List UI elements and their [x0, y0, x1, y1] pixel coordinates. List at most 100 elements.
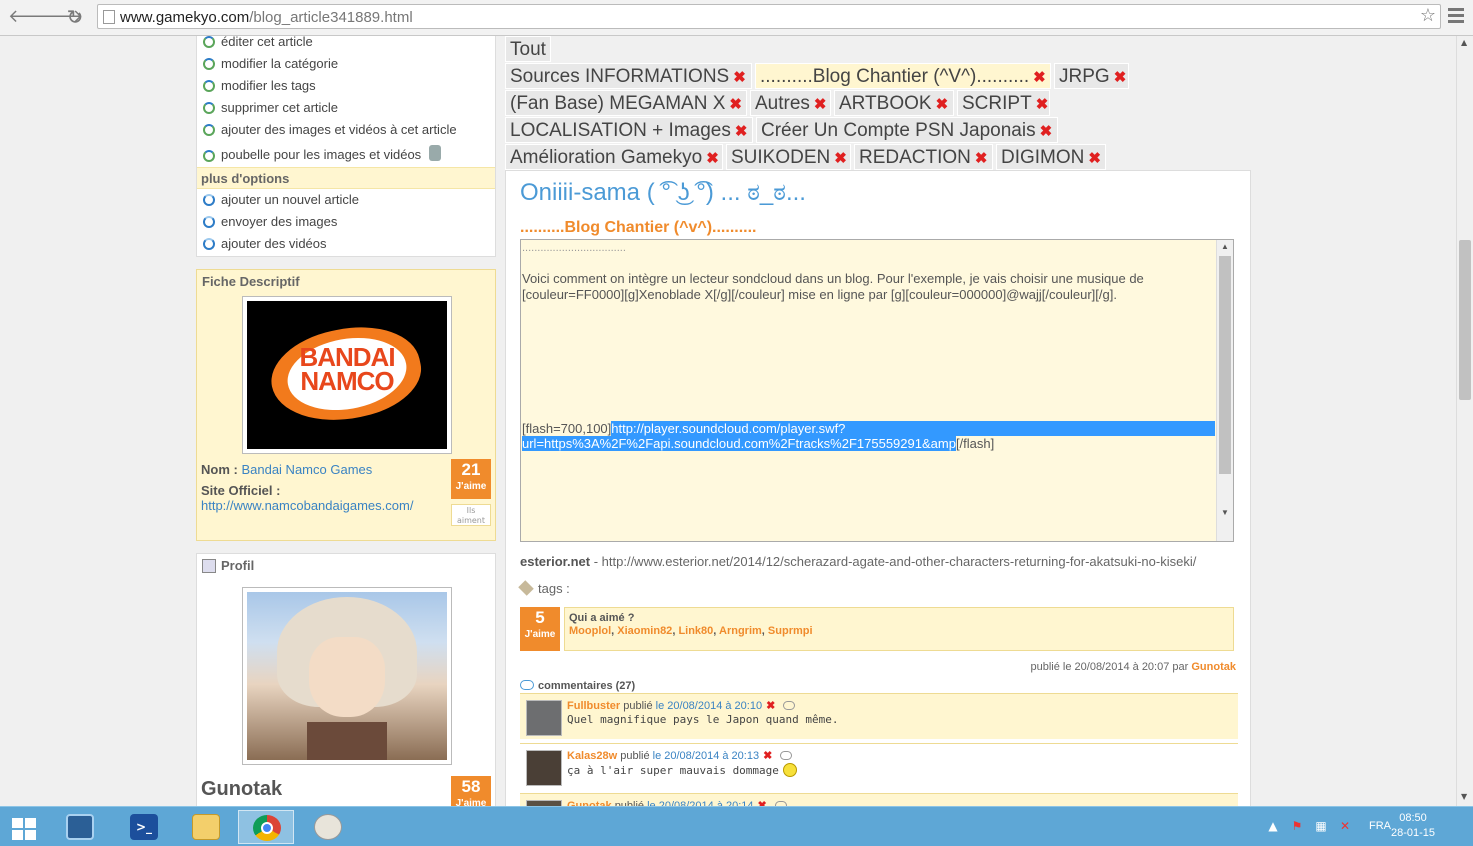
article-category[interactable]: ..........Blog Chantier (^v^)..........	[520, 219, 756, 237]
tab-close-icon[interactable]: ✖	[834, 150, 847, 167]
article-editor-textarea[interactable]: .................................. Voici…	[520, 239, 1234, 542]
tab-close-icon[interactable]: ✖	[1114, 69, 1127, 86]
tab-close-icon[interactable]: ✖	[733, 69, 746, 86]
editor-scroll-thumb[interactable]	[1219, 256, 1231, 474]
comment-delete-icon[interactable]: ✖	[763, 750, 772, 762]
reply-bubble-icon[interactable]	[783, 701, 796, 710]
tab-close-icon[interactable]: ✖	[936, 96, 949, 113]
tab-8[interactable]: LOCALISATION + Images ✖	[505, 117, 753, 143]
tab-2[interactable]: ..........Blog Chantier (^V^).......... ✖	[755, 63, 1051, 89]
tab-0[interactable]: Tout	[505, 36, 551, 62]
tab-1[interactable]: Sources INFORMATIONS ✖	[505, 63, 752, 89]
comment-text: ça à l'air super mauvais dommage	[567, 763, 797, 777]
tab-10[interactable]: Amélioration Gamekyo ✖	[505, 144, 723, 170]
profile-like-button[interactable]: 58 J'aime	[451, 776, 491, 806]
url-text[interactable]: www.gamekyo.com/blog_article341889.html	[120, 9, 413, 26]
option-delete-article[interactable]: supprimer cet article	[197, 97, 495, 119]
publisher-link[interactable]: Bandai Namco Games	[241, 462, 372, 477]
reload-icon[interactable]: ↻	[64, 6, 86, 28]
tab-13[interactable]: DIGIMON ✖	[996, 144, 1106, 170]
tab-4[interactable]: (Fan Base) MEGAMAN X ✖	[505, 90, 747, 116]
tab-close-icon[interactable]: ✖	[1033, 69, 1046, 86]
source-name[interactable]: esterior.net	[520, 554, 590, 569]
comment-item: Gunotak publié le 20/08/2014 à 20:14 ✖	[520, 793, 1238, 806]
scroll-down-icon[interactable]: ▼	[1221, 508, 1229, 517]
tab-3[interactable]: JRPG ✖	[1054, 63, 1129, 89]
comment-avatar[interactable]	[526, 750, 562, 786]
tab-close-icon[interactable]: ✖	[735, 123, 748, 140]
scroll-up-icon[interactable]: ▲	[1221, 242, 1229, 251]
tab-close-icon[interactable]: ✖	[814, 96, 827, 113]
comment-avatar[interactable]	[526, 700, 562, 736]
ils-aiment-button[interactable]: Ils aiment	[451, 504, 491, 526]
comment-author[interactable]: Fullbuster	[567, 700, 620, 712]
source-url[interactable]: http://www.esterior.net/2014/12/scheraza…	[602, 554, 1197, 569]
powershell-button[interactable]: >_	[116, 810, 172, 844]
liker-name[interactable]: Suprmpi	[768, 625, 813, 637]
comments-header: commentaires (27)	[520, 680, 635, 692]
tab-9[interactable]: Créer Un Compte PSN Japonais ✖	[756, 117, 1058, 143]
action-center-icon[interactable]: ⚑	[1290, 819, 1304, 833]
network-icon[interactable]: ▦	[1314, 819, 1328, 833]
volume-icon[interactable]: ✕	[1338, 819, 1352, 833]
paint-button[interactable]	[300, 810, 356, 844]
tab-close-icon[interactable]: ✖	[1088, 150, 1101, 167]
option-modify-category[interactable]: modifier la catégorie	[197, 53, 495, 75]
address-bar[interactable]: www.gamekyo.com/blog_article341889.html …	[97, 4, 1441, 29]
language-indicator[interactable]: FRA	[1369, 820, 1391, 832]
option-edit-article[interactable]: éditer cet article	[197, 36, 495, 53]
tab-close-icon[interactable]: ✖	[1036, 96, 1049, 113]
comment-date[interactable]: le 20/08/2014 à 20:10	[656, 700, 762, 712]
fiche-like-button[interactable]: 21 J'aime	[451, 459, 491, 499]
tab-5[interactable]: Autres ✖	[750, 90, 831, 116]
comment-date[interactable]: le 20/08/2014 à 20:13	[653, 750, 759, 762]
liker-name[interactable]: Mooplol	[569, 625, 611, 637]
tab-6[interactable]: ARTBOOK ✖	[834, 90, 954, 116]
menu-icon[interactable]	[1448, 8, 1464, 24]
start-button[interactable]	[0, 810, 46, 844]
trash-bin-icon[interactable]	[429, 145, 442, 161]
page-scroll-thumb[interactable]	[1459, 240, 1471, 400]
publisher-logo[interactable]: BANDAI NAMCO	[242, 296, 452, 454]
article-like-button[interactable]: 5 J'aime	[520, 607, 560, 651]
chrome-button[interactable]	[238, 810, 294, 844]
option-add-videos[interactable]: ajouter des vidéos	[197, 233, 495, 255]
option-media-trash[interactable]: poubelle pour les images et vidéos	[197, 141, 495, 167]
tab-close-icon[interactable]: ✖	[729, 96, 742, 113]
tab-11[interactable]: SUIKODEN ✖	[726, 144, 851, 170]
tab-7[interactable]: SCRIPT ✖	[957, 90, 1050, 116]
file-explorer-button[interactable]	[178, 810, 234, 844]
option-send-images[interactable]: envoyer des images	[197, 211, 495, 233]
comment-author[interactable]: Kalas28w	[567, 750, 617, 762]
editor-scrollbar[interactable]: ▲ ▼	[1216, 240, 1233, 541]
server-manager-button[interactable]	[52, 810, 108, 844]
profile-username[interactable]: Gunotak	[201, 778, 282, 801]
tab-close-icon[interactable]: ✖	[975, 150, 988, 167]
page-scroll-up-icon[interactable]: ▲	[1461, 38, 1467, 47]
page-scrollbar[interactable]: ▲ ▼	[1456, 36, 1473, 806]
tab-close-icon[interactable]: ✖	[706, 150, 719, 167]
system-clock[interactable]: 08:50 28-01-15	[1391, 811, 1435, 841]
option-new-article[interactable]: ajouter un nouvel article	[197, 189, 495, 211]
page-scroll-down-icon[interactable]: ▼	[1461, 792, 1467, 801]
tab-close-icon[interactable]: ✖	[1040, 123, 1053, 140]
reply-bubble-icon[interactable]	[780, 751, 793, 760]
source-line: esterior.net - http://www.esterior.net/2…	[520, 554, 1196, 569]
tab-label: Sources INFORMATIONS	[510, 66, 730, 87]
game-info-card: Fiche Descriptif BANDAI NAMCO Nom : Band…	[196, 269, 496, 541]
official-site-link[interactable]: http://www.namcobandaigames.com/	[201, 498, 413, 513]
back-arrow-icon[interactable]: 🡐	[8, 6, 56, 28]
tray-expand-icon[interactable]: ▲	[1266, 819, 1280, 833]
bookmark-star-icon[interactable]: ☆	[1420, 5, 1436, 26]
forward-arrow-icon[interactable]: 🡒	[35, 6, 83, 28]
published-author[interactable]: Gunotak	[1191, 661, 1236, 673]
liker-name[interactable]: Link80	[678, 625, 713, 637]
option-add-media[interactable]: ajouter des images et vidéos à cet artic…	[197, 119, 495, 141]
article-title[interactable]: Oniiii-sama ( ͡° ͜ʖ ͡°) ... ಠ_ಠ...	[520, 179, 806, 207]
liker-name[interactable]: Xiaomin82	[617, 625, 672, 637]
comment-delete-icon[interactable]: ✖	[766, 700, 775, 712]
tab-12[interactable]: REDACTION ✖	[854, 144, 993, 170]
profile-avatar[interactable]	[242, 587, 452, 765]
liker-name[interactable]: Arngrim	[719, 625, 762, 637]
option-modify-tags[interactable]: modifier les tags	[197, 75, 495, 97]
